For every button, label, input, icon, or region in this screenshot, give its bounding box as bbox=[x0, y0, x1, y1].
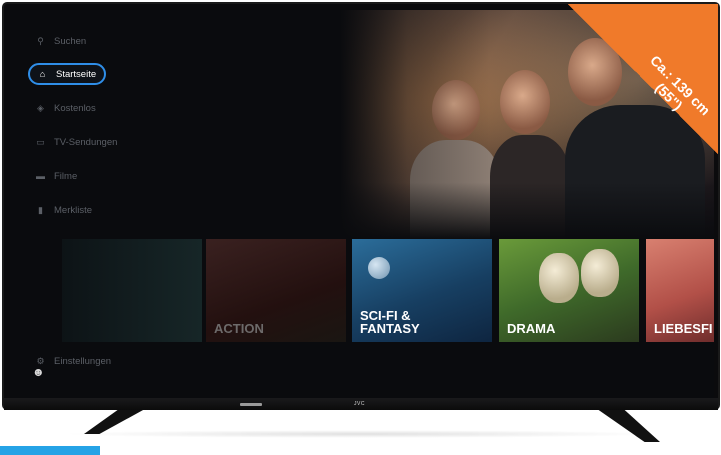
tv-shadow bbox=[60, 430, 660, 438]
genre-tile-action[interactable]: ACTION bbox=[206, 239, 346, 342]
moon-graphic bbox=[368, 257, 390, 279]
bookmark-icon: ▮ bbox=[38, 204, 43, 215]
genre-tile-label: LIEBESFI bbox=[654, 321, 713, 337]
genre-tile-label: ACTION bbox=[214, 321, 264, 337]
drama-mask-left bbox=[539, 253, 579, 303]
sidebar-item-label: Filme bbox=[54, 170, 78, 182]
sidebar-item-movies[interactable]: ▬ Filme bbox=[28, 165, 85, 187]
sidebar-item-label: Kostenlos bbox=[54, 102, 96, 114]
genre-tile[interactable] bbox=[62, 239, 202, 342]
sidebar-item-home[interactable]: ⌂ Startseite bbox=[28, 63, 107, 85]
film-icon: ▬ bbox=[36, 170, 45, 181]
tv-icon: ▭ bbox=[36, 136, 45, 147]
blue-strip bbox=[0, 446, 100, 455]
sidebar-item-search[interactable]: ⚲ Suchen bbox=[28, 30, 94, 52]
genre-tile-drama[interactable]: DRAMA bbox=[499, 239, 639, 342]
sidebar-item-label: Suchen bbox=[54, 35, 87, 47]
size-badge: Ca.: 139 cm (55") bbox=[568, 4, 718, 154]
tag-icon: ◈ bbox=[37, 102, 44, 113]
settings-label: Einstellungen bbox=[54, 355, 112, 367]
drama-mask-right bbox=[581, 249, 619, 297]
robot-avatar-icon[interactable]: ☻ bbox=[32, 365, 46, 379]
genre-tile-romance[interactable]: LIEBESFI bbox=[646, 239, 714, 342]
home-icon: ⌂ bbox=[39, 68, 46, 79]
genre-tile-label: SCI-FI & FANTASY bbox=[360, 307, 420, 337]
hero-person-1 bbox=[410, 140, 500, 240]
sidebar-item-tv-shows[interactable]: ▭ TV-Sendungen bbox=[28, 131, 125, 153]
ir-sensor bbox=[240, 403, 262, 406]
search-icon: ⚲ bbox=[37, 35, 44, 46]
sidebar-item-label: Merkliste bbox=[54, 204, 93, 216]
genre-tile-scifi-fantasy[interactable]: SCI-FI & FANTASY bbox=[352, 239, 492, 342]
tv-brand-logo: JVC bbox=[354, 401, 365, 407]
hero-face-1 bbox=[432, 80, 480, 140]
sidebar-item-free[interactable]: ◈ Kostenlos bbox=[28, 97, 104, 119]
genre-tile-label: DRAMA bbox=[507, 321, 556, 337]
sidebar-item-label: Startseite bbox=[56, 68, 97, 80]
sidebar-item-label: TV-Sendungen bbox=[54, 136, 118, 148]
sidebar-item-watchlist[interactable]: ▮ Merkliste bbox=[28, 199, 100, 221]
hero-face-2 bbox=[500, 70, 550, 134]
hero-person-2 bbox=[490, 135, 570, 240]
